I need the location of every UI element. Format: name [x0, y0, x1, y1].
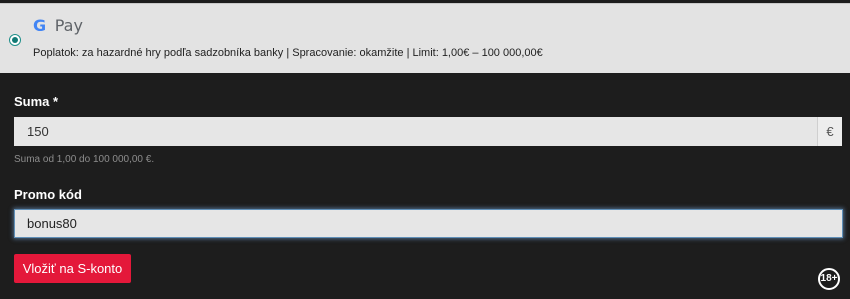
- payment-radio-selected[interactable]: [9, 34, 21, 46]
- payment-fee-info: Poplatok: za hazardné hry podľa sadzobní…: [33, 47, 543, 59]
- payment-option-gpay[interactable]: G Pay Poplatok: za hazardné hry podľa sa…: [0, 3, 850, 73]
- amount-label: Suma *: [14, 94, 59, 109]
- amount-hint: Suma od 1,00 do 100 000,00 €.: [14, 154, 155, 165]
- deposit-button[interactable]: Vložiť na S-konto: [14, 254, 131, 283]
- currency-suffix: €: [817, 117, 842, 146]
- age-restriction-18-icon: 18+: [818, 268, 840, 290]
- google-pay-logo: G Pay: [33, 16, 83, 36]
- promo-code-label: Promo kód: [14, 187, 82, 202]
- promo-code-input[interactable]: [14, 209, 843, 238]
- amount-input[interactable]: [14, 117, 817, 146]
- pay-label: Pay: [54, 16, 83, 35]
- google-g-icon: G: [33, 16, 47, 35]
